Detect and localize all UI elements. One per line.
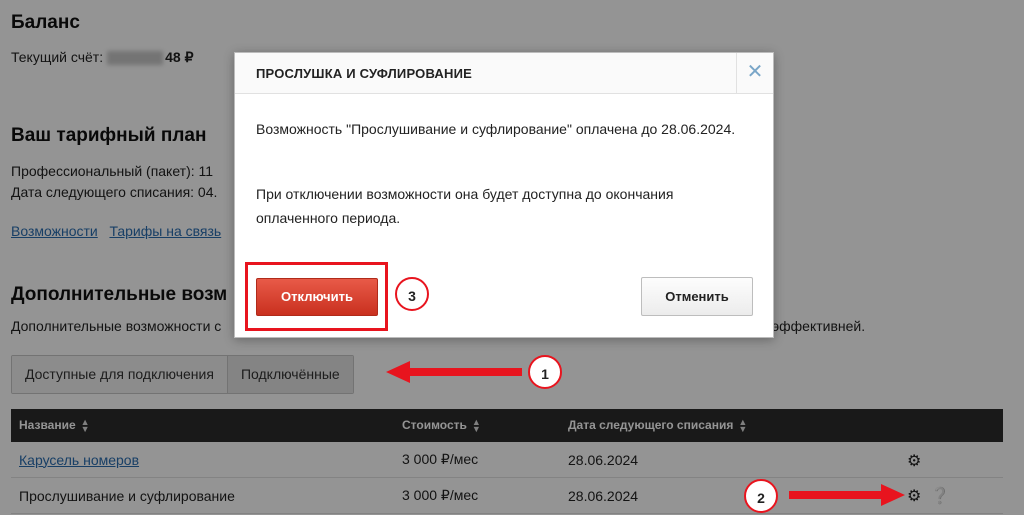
step-2-marker: 2	[744, 479, 778, 513]
page: Баланс Текущий счёт: 48 ₽ Ваш тарифный пл…	[0, 0, 1024, 515]
arrow-right-icon	[789, 484, 905, 506]
arrow-shape	[386, 361, 522, 383]
step-1-marker: 1	[528, 355, 562, 389]
dialog-header: ПРОСЛУШКА И СУФЛИРОВАНИЕ ✕	[235, 53, 773, 94]
highlight-disable-button	[245, 262, 388, 331]
cancel-button[interactable]: Отменить	[641, 277, 753, 316]
dialog-paid-until-text: Возможность "Прослушивание и суфлировани…	[256, 121, 736, 137]
arrow-left-icon	[386, 361, 522, 383]
dialog-warning-text: При отключении возможности она будет дос…	[256, 186, 674, 226]
close-icon[interactable]: ✕	[736, 53, 773, 93]
step-3-marker: 3	[395, 277, 429, 311]
arrow-shape	[789, 484, 905, 506]
dialog-title: ПРОСЛУШКА И СУФЛИРОВАНИЕ	[256, 66, 472, 81]
